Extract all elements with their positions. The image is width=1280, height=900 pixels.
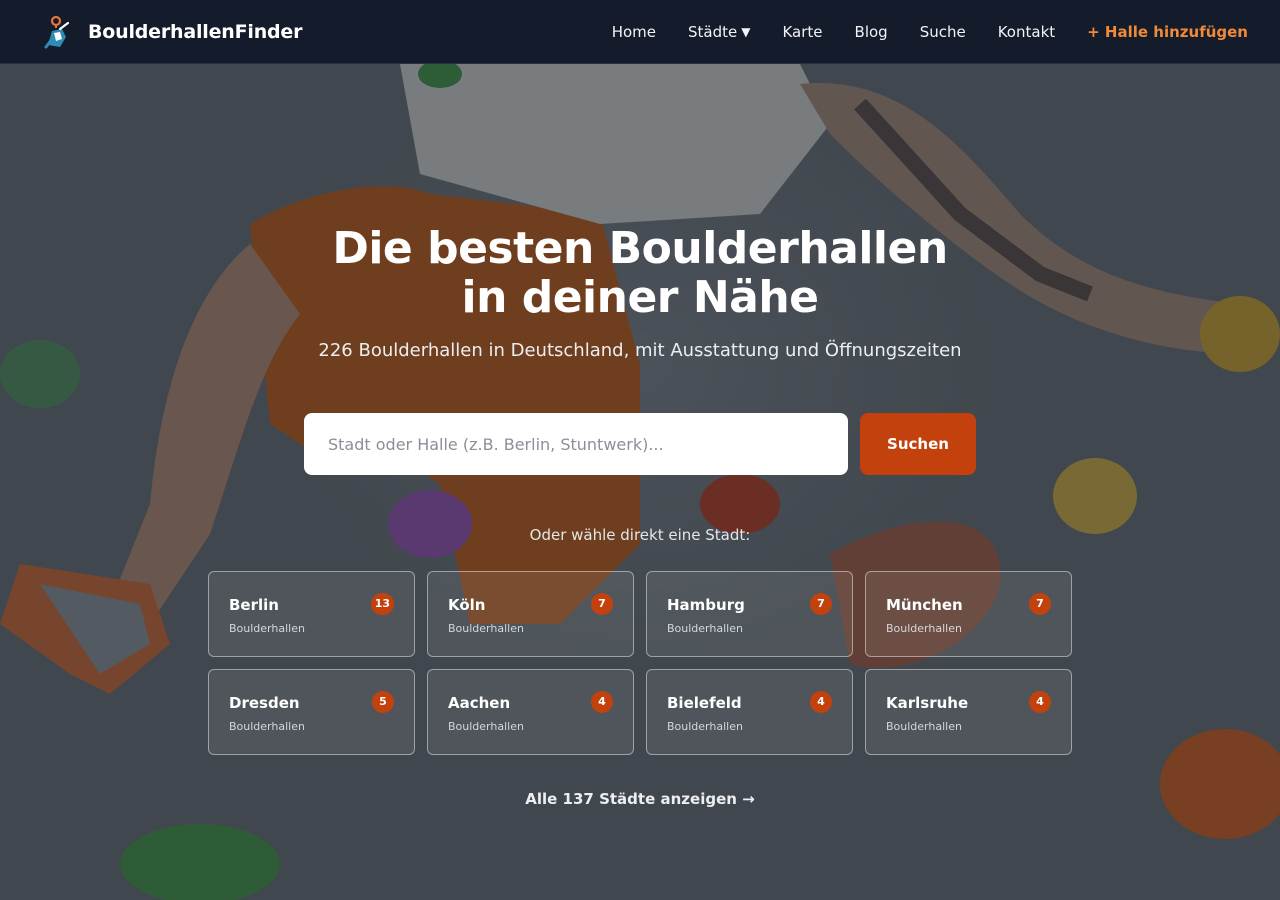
city-name: München — [886, 596, 963, 614]
city-name: Aachen — [448, 694, 511, 712]
hero-section: Die besten Boulderhallen in deiner Nähe … — [0, 64, 1280, 900]
city-count-badge: 13 — [370, 593, 394, 615]
brand-link[interactable]: BoulderhallenFinder — [42, 15, 302, 49]
city-count-badge: 4 — [591, 691, 613, 713]
city-name: Hamburg — [667, 596, 745, 614]
city-count-badge: 7 — [591, 593, 613, 615]
city-name: Köln — [448, 596, 486, 614]
nav-link-label: Suche — [919, 22, 966, 41]
city-subtitle: Boulderhallen — [667, 720, 743, 733]
hero-subtitle: 226 Boulderhallen in Deutschland, mit Au… — [318, 340, 962, 361]
city-subtitle: Boulderhallen — [448, 720, 524, 733]
nav-links: Home Städte ▼ Karte Blog Suche Kontakt +… — [612, 23, 1248, 41]
hero-title-line-2: in deiner Nähe — [461, 272, 819, 323]
search-input[interactable] — [304, 413, 848, 475]
city-card-hamburg[interactable]: Hamburg Boulderhallen 7 — [646, 571, 853, 657]
nav-link-label: Kontakt — [997, 22, 1056, 41]
city-card-bielefeld[interactable]: Bielefeld Boulderhallen 4 — [646, 669, 853, 755]
add-gym-button[interactable]: + Halle hinzufügen — [1087, 23, 1248, 41]
hero-title: Die besten Boulderhallen in deiner Nähe — [240, 224, 1040, 322]
nav-link-label: Städte — [688, 22, 738, 41]
nav-link-home[interactable]: Home — [612, 23, 656, 41]
city-card-aachen[interactable]: Aachen Boulderhallen 4 — [427, 669, 634, 755]
top-navbar: BoulderhallenFinder Home Städte ▼ Karte … — [0, 0, 1280, 64]
city-subtitle: Boulderhallen — [229, 622, 305, 635]
city-name: Karlsruhe — [886, 694, 969, 712]
city-subtitle: Boulderhallen — [667, 622, 743, 635]
city-subtitle: Boulderhallen — [229, 720, 305, 733]
city-card-muenchen[interactable]: München Boulderhallen 7 — [865, 571, 1072, 657]
city-chooser-label: Oder wähle direkt eine Stadt: — [529, 526, 751, 544]
nav-link-label: Blog — [854, 22, 888, 41]
city-name: Dresden — [229, 694, 300, 712]
climber-logo-icon — [44, 15, 70, 48]
city-name: Bielefeld — [667, 694, 742, 712]
all-cities-link[interactable]: Alle 137 Städte anzeigen → — [440, 790, 840, 808]
nav-link-kontakt[interactable]: Kontakt — [998, 23, 1055, 41]
city-card-berlin[interactable]: Berlin Boulderhallen 13 — [208, 571, 415, 657]
search-button[interactable]: Suchen — [860, 413, 976, 475]
nav-link-suche[interactable]: Suche — [920, 23, 966, 41]
nav-link-karte[interactable]: Karte — [782, 23, 822, 41]
city-subtitle: Boulderhallen — [448, 622, 524, 635]
city-card-dresden[interactable]: Dresden Boulderhallen 5 — [208, 669, 415, 755]
city-count-badge: 7 — [810, 593, 832, 615]
city-count-badge: 4 — [810, 691, 832, 713]
city-count-badge: 5 — [372, 691, 394, 713]
nav-link-staedte-dropdown[interactable]: Städte ▼ — [688, 23, 750, 41]
city-card-karlsruhe[interactable]: Karlsruhe Boulderhallen 4 — [865, 669, 1072, 755]
nav-link-label: Home — [611, 22, 657, 41]
city-count-badge: 4 — [1029, 691, 1051, 713]
city-subtitle: Boulderhallen — [886, 720, 962, 733]
caret-down-icon: ▼ — [741, 24, 751, 39]
hero-title-line-1: Die besten Boulderhallen — [332, 223, 948, 274]
city-card-koeln[interactable]: Köln Boulderhallen 7 — [427, 571, 634, 657]
city-count-badge: 7 — [1029, 593, 1051, 615]
city-subtitle: Boulderhallen — [886, 622, 962, 635]
nav-link-label: Karte — [782, 22, 823, 41]
city-name: Berlin — [229, 596, 279, 614]
nav-link-blog[interactable]: Blog — [855, 23, 888, 41]
hero-content: Die besten Boulderhallen in deiner Nähe … — [0, 64, 1280, 900]
brand-name: BoulderhallenFinder — [88, 20, 303, 43]
